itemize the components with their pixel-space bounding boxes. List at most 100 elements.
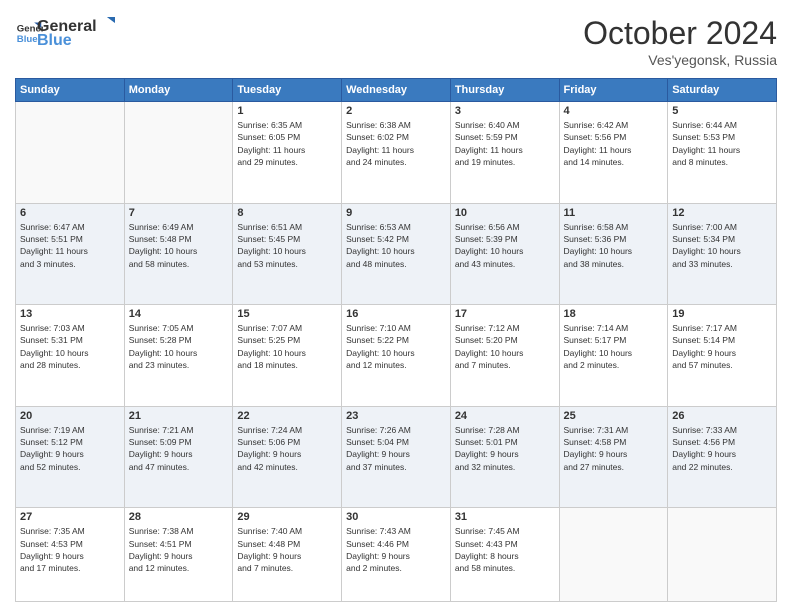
day-info: Sunrise: 6:42 AMSunset: 5:56 PMDaylight:… — [564, 119, 664, 168]
day-info: Sunrise: 6:47 AMSunset: 5:51 PMDaylight:… — [20, 221, 120, 270]
day-number: 4 — [564, 105, 664, 117]
table-row — [668, 508, 777, 602]
table-row: 2 Sunrise: 6:38 AMSunset: 6:02 PMDaylight… — [342, 102, 451, 204]
table-row: 29 Sunrise: 7:40 AMSunset: 4:48 PMDayligh… — [233, 508, 342, 602]
table-row: 24 Sunrise: 7:28 AMSunset: 5:01 PMDayligh… — [450, 406, 559, 508]
day-info: Sunrise: 7:03 AMSunset: 5:31 PMDaylight:… — [20, 322, 120, 371]
calendar-table: Sunday Monday Tuesday Wednesday Thursday… — [15, 78, 777, 602]
day-info: Sunrise: 6:35 AMSunset: 6:05 PMDaylight:… — [237, 119, 337, 168]
day-number: 26 — [672, 410, 772, 422]
header-wednesday: Wednesday — [342, 79, 451, 102]
day-info: Sunrise: 7:14 AMSunset: 5:17 PMDaylight:… — [564, 322, 664, 371]
day-number: 20 — [20, 410, 120, 422]
day-number: 2 — [346, 105, 446, 117]
header-friday: Friday — [559, 79, 668, 102]
table-row: 1 Sunrise: 6:35 AMSunset: 6:05 PMDaylight… — [233, 102, 342, 204]
table-row — [16, 102, 125, 204]
logo-bird-icon — [97, 15, 115, 31]
table-row — [559, 508, 668, 602]
day-info: Sunrise: 6:40 AMSunset: 5:59 PMDaylight:… — [455, 119, 555, 168]
day-number: 21 — [129, 410, 229, 422]
day-number: 25 — [564, 410, 664, 422]
day-info: Sunrise: 7:07 AMSunset: 5:25 PMDaylight:… — [237, 322, 337, 371]
title-block: October 2024 Ves'yegonsk, Russia — [583, 15, 777, 68]
table-row: 13 Sunrise: 7:03 AMSunset: 5:31 PMDayligh… — [16, 305, 125, 407]
day-info: Sunrise: 7:12 AMSunset: 5:20 PMDaylight:… — [455, 322, 555, 371]
day-number: 6 — [20, 207, 120, 219]
day-info: Sunrise: 7:35 AMSunset: 4:53 PMDaylight:… — [20, 525, 120, 574]
day-number: 16 — [346, 308, 446, 320]
day-info: Sunrise: 7:31 AMSunset: 4:58 PMDaylight:… — [564, 424, 664, 473]
location: Ves'yegonsk, Russia — [583, 52, 777, 68]
day-number: 5 — [672, 105, 772, 117]
day-info: Sunrise: 7:38 AMSunset: 4:51 PMDaylight:… — [129, 525, 229, 574]
day-info: Sunrise: 7:28 AMSunset: 5:01 PMDaylight:… — [455, 424, 555, 473]
day-info: Sunrise: 7:05 AMSunset: 5:28 PMDaylight:… — [129, 322, 229, 371]
day-info: Sunrise: 7:43 AMSunset: 4:46 PMDaylight:… — [346, 525, 446, 574]
day-number: 18 — [564, 308, 664, 320]
day-info: Sunrise: 7:21 AMSunset: 5:09 PMDaylight:… — [129, 424, 229, 473]
day-info: Sunrise: 6:49 AMSunset: 5:48 PMDaylight:… — [129, 221, 229, 270]
day-info: Sunrise: 7:26 AMSunset: 5:04 PMDaylight:… — [346, 424, 446, 473]
day-number: 29 — [237, 511, 337, 523]
table-row: 21 Sunrise: 7:21 AMSunset: 5:09 PMDayligh… — [124, 406, 233, 508]
table-row: 8 Sunrise: 6:51 AMSunset: 5:45 PMDaylight… — [233, 203, 342, 305]
day-info: Sunrise: 7:10 AMSunset: 5:22 PMDaylight:… — [346, 322, 446, 371]
page-header: General Blue General Blue October 2024 V… — [15, 15, 777, 68]
table-row: 25 Sunrise: 7:31 AMSunset: 4:58 PMDayligh… — [559, 406, 668, 508]
day-number: 27 — [20, 511, 120, 523]
day-number: 13 — [20, 308, 120, 320]
day-number: 3 — [455, 105, 555, 117]
day-number: 28 — [129, 511, 229, 523]
day-number: 31 — [455, 511, 555, 523]
table-row: 19 Sunrise: 7:17 AMSunset: 5:14 PMDayligh… — [668, 305, 777, 407]
table-row: 12 Sunrise: 7:00 AMSunset: 5:34 PMDayligh… — [668, 203, 777, 305]
day-number: 22 — [237, 410, 337, 422]
table-row: 10Sunrise: 6:56 AMSunset: 5:39 PMDayligh… — [450, 203, 559, 305]
day-number: 12 — [672, 207, 772, 219]
day-number: 11 — [564, 207, 664, 219]
table-row — [124, 102, 233, 204]
header-sunday: Sunday — [16, 79, 125, 102]
day-info: Sunrise: 6:51 AMSunset: 5:45 PMDaylight:… — [237, 221, 337, 270]
table-row: 11 Sunrise: 6:58 AMSunset: 5:36 PMDayligh… — [559, 203, 668, 305]
table-row: 14 Sunrise: 7:05 AMSunset: 5:28 PMDayligh… — [124, 305, 233, 407]
day-info: Sunrise: 7:17 AMSunset: 5:14 PMDaylight:… — [672, 322, 772, 371]
table-row: 15 Sunrise: 7:07 AMSunset: 5:25 PMDayligh… — [233, 305, 342, 407]
table-row: 18 Sunrise: 7:14 AMSunset: 5:17 PMDayligh… — [559, 305, 668, 407]
day-info: Sunrise: 6:56 AMSunset: 5:39 PMDaylight:… — [455, 221, 555, 270]
day-number: 19 — [672, 308, 772, 320]
table-row: 23 Sunrise: 7:26 AMSunset: 5:04 PMDayligh… — [342, 406, 451, 508]
day-number: 30 — [346, 511, 446, 523]
day-number: 7 — [129, 207, 229, 219]
day-number: 15 — [237, 308, 337, 320]
header-thursday: Thursday — [450, 79, 559, 102]
header-monday: Monday — [124, 79, 233, 102]
day-info: Sunrise: 7:00 AMSunset: 5:34 PMDaylight:… — [672, 221, 772, 270]
svg-text:Blue: Blue — [17, 33, 38, 44]
day-info: Sunrise: 7:33 AMSunset: 4:56 PMDaylight:… — [672, 424, 772, 473]
table-row: 30 Sunrise: 7:43 AMSunset: 4:46 PMDayligh… — [342, 508, 451, 602]
table-row: 7 Sunrise: 6:49 AMSunset: 5:48 PMDaylight… — [124, 203, 233, 305]
day-number: 23 — [346, 410, 446, 422]
table-row: 9Sunrise: 6:53 AMSunset: 5:42 PMDaylight… — [342, 203, 451, 305]
day-info: Sunrise: 6:38 AMSunset: 6:02 PMDaylight:… — [346, 119, 446, 168]
day-info: Sunrise: 6:58 AMSunset: 5:36 PMDaylight:… — [564, 221, 664, 270]
day-number: 14 — [129, 308, 229, 320]
table-row: 28 Sunrise: 7:38 AMSunset: 4:51 PMDayligh… — [124, 508, 233, 602]
table-row: 16 Sunrise: 7:10 AMSunset: 5:22 PMDayligh… — [342, 305, 451, 407]
logo-blue: Blue — [37, 32, 115, 50]
table-row: 20 Sunrise: 7:19 AMSunset: 5:12 PMDayligh… — [16, 406, 125, 508]
day-number: 9 — [346, 207, 446, 219]
day-info: Sunrise: 7:40 AMSunset: 4:48 PMDaylight:… — [237, 525, 337, 574]
day-number: 8 — [237, 207, 337, 219]
table-row: 17Sunrise: 7:12 AMSunset: 5:20 PMDayligh… — [450, 305, 559, 407]
day-number: 1 — [237, 105, 337, 117]
calendar-header-row: Sunday Monday Tuesday Wednesday Thursday… — [16, 79, 777, 102]
table-row: 3 Sunrise: 6:40 AMSunset: 5:59 PMDaylight… — [450, 102, 559, 204]
day-info: Sunrise: 7:45 AMSunset: 4:43 PMDaylight:… — [455, 525, 555, 574]
day-number: 24 — [455, 410, 555, 422]
table-row: 4 Sunrise: 6:42 AMSunset: 5:56 PMDaylight… — [559, 102, 668, 204]
day-info: Sunrise: 7:19 AMSunset: 5:12 PMDaylight:… — [20, 424, 120, 473]
month-title: October 2024 — [583, 15, 777, 52]
